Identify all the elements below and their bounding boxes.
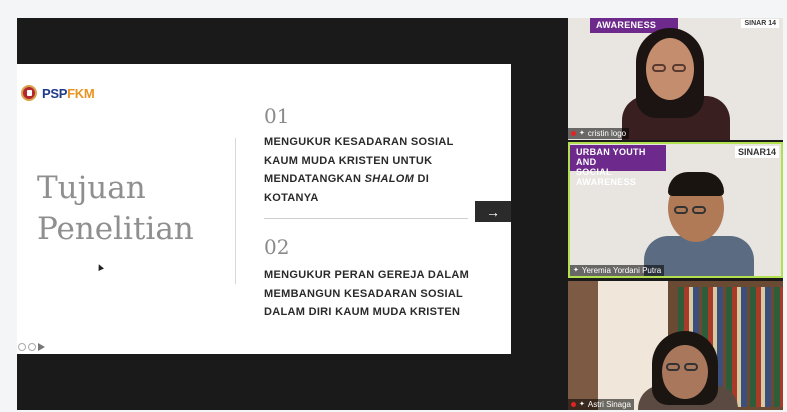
banner-line-2: SOCIAL AWARENESS: [576, 167, 637, 187]
item-1-shalom: SHALOM: [364, 173, 415, 185]
participant-name-tag: ✦ Astri Sinaga: [568, 399, 635, 410]
item-1-line-3: MENDATANGKAN SHALOM DI: [264, 170, 479, 189]
right-arrow-icon: →: [486, 203, 500, 220]
item-1-line-2: KAUM MUDA KRISTEN UNTUK: [264, 154, 433, 167]
glasses-icon-2: [672, 64, 686, 72]
prev-circle-icon[interactable]: [18, 343, 26, 351]
play-arrow-icon[interactable]: [38, 343, 45, 351]
event-banner: URBAN YOUTH AND SOCIAL AWARENESS: [570, 145, 666, 187]
slide-navigation: [18, 343, 45, 351]
video-tile-cristin[interactable]: AWARENESS SINAR 14 ✦ cristin logo: [568, 18, 783, 140]
event-logo: SINAR14: [734, 146, 779, 158]
glasses-icon: [666, 363, 680, 371]
muted-mic-icon: [571, 131, 576, 136]
minus-circle-icon[interactable]: [28, 343, 36, 351]
glasses-icon: [674, 206, 688, 214]
muted-mic-icon: [571, 402, 576, 407]
university-seal-icon: [21, 85, 37, 101]
meeting-window: PSPFKM Tujuan Penelitian 01 MENGUKUR KES…: [0, 0, 787, 412]
presentation-slide: PSPFKM Tujuan Penelitian 01 MENGUKUR KES…: [17, 64, 511, 354]
pin-icon: ✦: [573, 267, 579, 274]
logo-psp: PSP: [42, 85, 68, 101]
glasses-icon: [652, 64, 666, 72]
horizontal-divider: [264, 218, 468, 219]
mouse-cursor-icon: [96, 263, 104, 271]
item-1-line-3-a: MENDATANGKAN: [264, 173, 365, 185]
glasses-icon-2: [692, 206, 706, 214]
pin-icon: ✦: [579, 130, 585, 137]
item-1-line-4: KOTANYA: [264, 191, 319, 204]
item-2-line-1: MENGUKUR PERAN GEREJA DALAM: [264, 269, 470, 281]
slide-title: Tujuan Penelitian: [37, 168, 194, 250]
video-tile-yeremia[interactable]: URBAN YOUTH AND SOCIAL AWARENESS SINAR14…: [568, 142, 783, 278]
title-line-2: Penelitian: [37, 211, 194, 247]
participant-name: Astri Sinaga: [587, 400, 632, 409]
logo-fkm: FKM: [67, 85, 95, 101]
item-1-text: MENGUKUR KESADARAN SOSIAL KAUM MUDA KRIS…: [264, 133, 479, 207]
person-hair: [668, 172, 724, 196]
participant-name-tag: ✦ Yeremia Yordani Putra: [570, 265, 665, 276]
participant-name: cristin logo: [587, 129, 627, 138]
participant-name: Yeremia Yordani Putra: [581, 266, 662, 275]
psp-fkm-logo: PSPFKM: [21, 83, 95, 103]
item-2-line-2: MEMBANGUN KESADARAN SOSIAL: [264, 287, 464, 300]
item-1-line-3-b: DI: [414, 173, 430, 185]
item-1-number: 01: [264, 104, 290, 128]
pin-icon: ✦: [579, 401, 585, 408]
top-bar: [0, 0, 787, 16]
video-tile-astri[interactable]: ✦ Astri Sinaga: [568, 281, 783, 410]
vertical-divider: [235, 138, 236, 284]
event-logo: SINAR 14: [741, 19, 779, 28]
logo-text: PSPFKM: [42, 85, 95, 101]
title-line-1: Tujuan: [37, 170, 146, 206]
item-2-number: 02: [264, 235, 290, 259]
person-face: [662, 345, 708, 399]
banner-line-1: URBAN YOUTH AND: [576, 147, 646, 167]
glasses-icon-2: [684, 363, 698, 371]
next-slide-button[interactable]: →: [475, 201, 511, 222]
participant-name-tag: ✦ cristin logo: [568, 128, 630, 139]
item-2-text: MENGUKUR PERAN GEREJA DALAM MEMBANGUN KE…: [264, 266, 479, 322]
item-1-line-1: MENGUKUR KESADARAN SOSIAL: [264, 136, 454, 148]
item-2-line-3: DALAM DIRI KAUM MUDA KRISTEN: [264, 306, 461, 318]
